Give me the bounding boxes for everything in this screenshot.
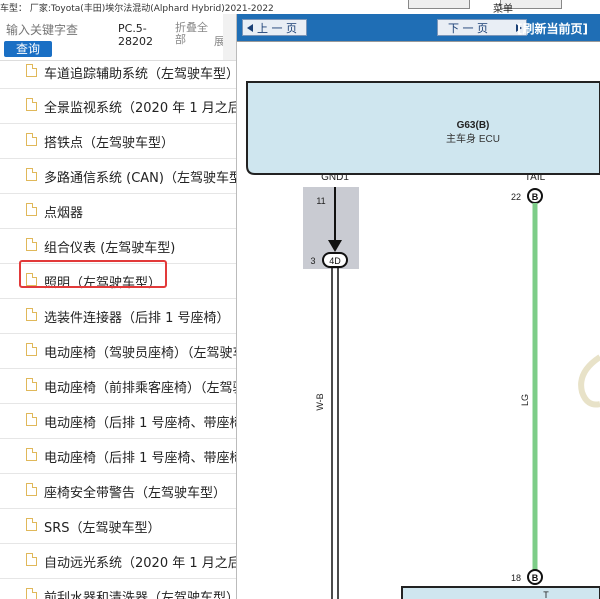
toolbar-button-stub[interactable] [408, 0, 470, 9]
document-icon [26, 483, 37, 496]
list-item[interactable]: 搭铁点（左驾驶车型） [0, 124, 236, 159]
document-icon [26, 168, 37, 181]
menu-label[interactable]: 菜单 [493, 0, 513, 14]
list-item-selected[interactable]: 照明（左驾驶车型） [0, 264, 236, 299]
window-title: 车型： 厂家:Toyota(丰田)埃尔法混动(Alphard Hybrid)20… [0, 4, 274, 14]
wire-label-lg: LG [520, 394, 530, 406]
document-icon [26, 238, 37, 251]
pin-11: 11 [316, 196, 325, 206]
ecu-code: G63(B) [457, 120, 490, 131]
list-item[interactable]: 座椅安全带警告（左驾驶车型） [0, 474, 236, 509]
connector-b-lower-label: B [532, 573, 539, 583]
ecu-box [246, 81, 600, 175]
window-title-bar: 车型： 厂家:Toyota(丰田)埃尔法混动(Alphard Hybrid)20… [0, 0, 600, 14]
list-item[interactable]: 点烟器 [0, 194, 236, 229]
next-page-button[interactable]: 下 一 页 [437, 19, 527, 36]
document-icon [26, 64, 37, 77]
prev-page-button[interactable]: 上 一 页 [242, 19, 307, 36]
list-item[interactable]: 全景监视系统（2020 年 1 月之后） [0, 89, 236, 124]
pin-name-tail: TAIL [525, 172, 546, 183]
list-item[interactable]: 电动座椅（驾驶员座椅）（左驾驶车型） [0, 334, 236, 369]
connector-4d-label: 4D [329, 256, 341, 266]
list-item[interactable]: 组合仪表 (左驾驶车型) [0, 229, 236, 264]
pin-3: 3 [310, 256, 315, 266]
search-button[interactable]: 查询 [4, 41, 52, 57]
document-icon [26, 98, 37, 111]
pc-code: PC.5-28202 [118, 22, 153, 48]
watermark-arc [578, 354, 600, 408]
list-item[interactable]: 电动座椅（后排 1 号座椅、带座椅） [0, 404, 236, 439]
arrow-left-icon [247, 24, 253, 32]
search-input[interactable] [6, 22, 110, 38]
document-icon [26, 413, 37, 426]
page-toolbar: 上 一 页 下 一 页 [刷新当前页] [237, 14, 600, 41]
document-icon [26, 588, 37, 599]
lower-component-box [401, 586, 600, 599]
document-icon [26, 553, 37, 566]
collapse-all-button[interactable]: 折叠全部 [175, 22, 215, 46]
list-item[interactable]: 选装件连接器（后排 1 号座椅） [0, 299, 236, 334]
document-icon [26, 133, 37, 146]
document-icon [26, 203, 37, 216]
wiring-diagram: G63(B) 主车身 ECU GND1 TAIL 11 3 4D W-B 22 … [246, 81, 600, 599]
list-item[interactable]: 自动远光系统（2020 年 1 月之后） [0, 544, 236, 579]
scrollbar[interactable] [223, 14, 236, 60]
pin-18: 18 [511, 573, 521, 583]
lower-box-label: T [543, 590, 549, 599]
left-panel: 查询 PC.5-28202 折叠全部 展 车道追踪辅助系统（左驾驶车型） 全景监… [0, 14, 237, 599]
pin-22: 22 [511, 192, 521, 202]
list-item[interactable]: 多路通信系统 (CAN)（左驾驶车型） [0, 159, 236, 194]
document-icon [26, 273, 37, 286]
search-bar: 查询 PC.5-28202 折叠全部 展 [0, 14, 236, 61]
document-icon [26, 343, 37, 356]
diagram-panel: 上 一 页 下 一 页 [刷新当前页] G63(B) 主车身 ECU GND1 … [237, 14, 600, 599]
list-item[interactable]: 电动座椅（前排乘客座椅）（左驾驶车型） [0, 369, 236, 404]
list-item[interactable]: 电动座椅（后排 1 号座椅、带座椅） [0, 439, 236, 474]
refresh-page-button[interactable]: [刷新当前页] [517, 20, 588, 37]
ecu-name: 主车身 ECU [446, 132, 500, 145]
connector-b-label: B [532, 192, 539, 202]
list-item[interactable]: 车道追踪辅助系统（左驾驶车型） [0, 60, 236, 89]
document-list: 车道追踪辅助系统（左驾驶车型） 全景监视系统（2020 年 1 月之后） 搭铁点… [0, 60, 236, 599]
document-icon [26, 448, 37, 461]
document-icon [26, 308, 37, 321]
document-icon [26, 518, 37, 531]
wire-label-wb: W-B [315, 393, 325, 410]
list-item[interactable]: SRS（左驾驶车型） [0, 509, 236, 544]
document-icon [26, 378, 37, 391]
pin-name-gnd1: GND1 [321, 172, 349, 183]
list-item[interactable]: 前刮水器和清洗器（左驾驶车型） [0, 579, 236, 599]
